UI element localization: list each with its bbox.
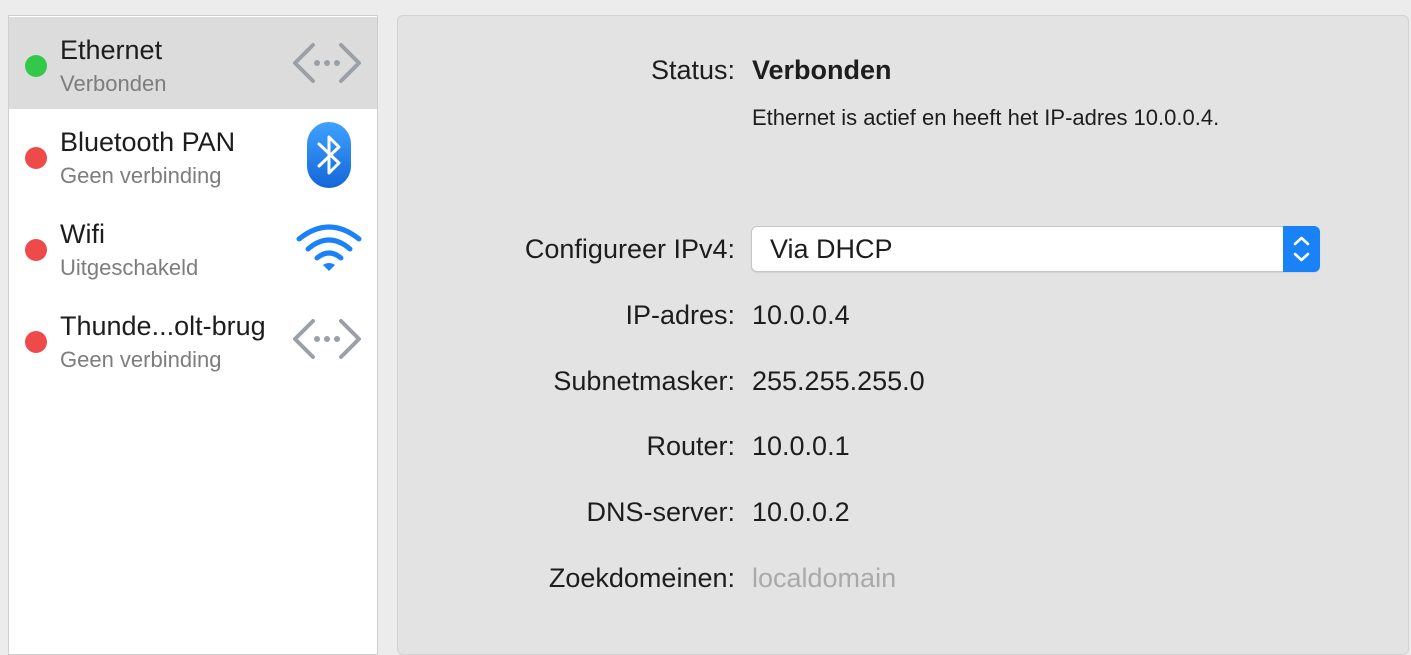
- service-item-bluetooth-pan[interactable]: Bluetooth PAN Geen verbinding: [9, 109, 377, 201]
- service-status: Uitgeschakeld: [60, 255, 199, 280]
- router-label: Router:: [646, 431, 735, 461]
- status-dot-disconnected: [25, 147, 47, 169]
- ip-address-value: 10.0.0.4: [752, 300, 850, 330]
- router-value: 10.0.0.1: [752, 431, 850, 461]
- service-name: Bluetooth PAN: [60, 127, 236, 157]
- status-label: Status:: [650, 55, 735, 85]
- chevron-up-down-icon: [1283, 226, 1320, 272]
- bluetooth-icon: [306, 121, 352, 194]
- status-value: Verbonden: [752, 55, 892, 85]
- thunderbolt-bridge-icon: [291, 315, 363, 368]
- ethernet-icon: [291, 39, 363, 92]
- network-service-list: Ethernet Verbonden Bluetooth PAN Geen ve…: [8, 15, 378, 655]
- configure-ipv4-label: Configureer IPv4:: [524, 234, 735, 264]
- service-name: Wifi: [60, 219, 105, 249]
- status-dot-disconnected: [25, 331, 47, 353]
- status-dot-connected: [25, 55, 47, 77]
- network-detail-panel: Status: Verbonden Ethernet is actief en …: [397, 15, 1409, 655]
- dns-server-value: 10.0.0.2: [752, 497, 850, 527]
- subnet-mask-label: Subnetmasker:: [553, 366, 735, 396]
- service-item-wifi[interactable]: Wifi Uitgeschakeld: [9, 201, 377, 293]
- search-domains-value: localdomain: [752, 563, 897, 593]
- configure-ipv4-select[interactable]: Via DHCP: [751, 226, 1320, 272]
- service-name: Ethernet: [60, 35, 163, 65]
- subnet-mask-value: 255.255.255.0: [752, 366, 925, 396]
- service-item-ethernet[interactable]: Ethernet Verbonden: [9, 17, 377, 109]
- service-status: Geen verbinding: [60, 347, 222, 372]
- configure-ipv4-value: Via DHCP: [770, 234, 893, 264]
- status-dot-disconnected: [25, 239, 47, 261]
- wifi-icon: [295, 223, 363, 280]
- status-description: Ethernet is actief en heeft het IP-adres…: [752, 105, 1220, 130]
- search-domains-label: Zoekdomeinen:: [548, 563, 735, 593]
- service-item-thunderbolt-bridge[interactable]: Thunde...olt-brug Geen verbinding: [9, 293, 377, 385]
- service-status: Geen verbinding: [60, 163, 222, 188]
- dns-server-label: DNS-server:: [586, 497, 735, 527]
- service-status: Verbonden: [60, 71, 167, 96]
- ip-address-label: IP-adres:: [625, 300, 735, 330]
- service-name: Thunde...olt-brug: [60, 311, 266, 341]
